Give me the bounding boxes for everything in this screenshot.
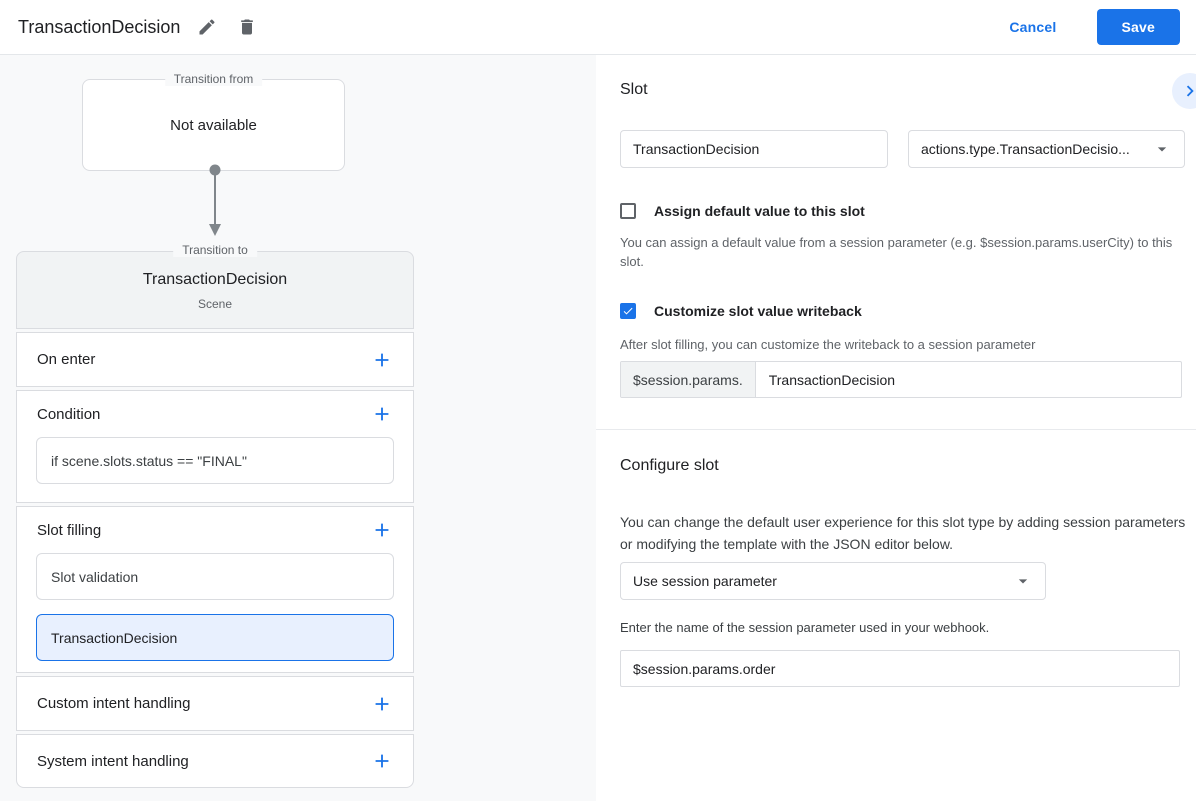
delete-scene-button[interactable] <box>232 12 262 42</box>
custom-intent-section: Custom intent handling <box>16 676 414 731</box>
transition-from-content: Not available <box>170 116 257 134</box>
transition-to-group: Transition to TransactionDecision Scene … <box>16 243 414 788</box>
chevron-right-icon <box>1186 85 1194 97</box>
system-intent-section: System intent handling <box>16 734 414 788</box>
plus-icon <box>375 407 389 421</box>
system-intent-label: System intent handling <box>37 752 189 770</box>
check-icon <box>623 307 633 315</box>
session-param-input[interactable] <box>620 650 1180 687</box>
slot-item-validation[interactable]: Slot validation <box>36 553 394 600</box>
writeback-row: Customize slot value writeback <box>620 303 862 319</box>
writeback-label: Customize slot value writeback <box>654 303 862 319</box>
slot-type-select[interactable]: actions.type.TransactionDecisio... <box>908 130 1185 168</box>
cancel-button[interactable]: Cancel <box>1003 18 1062 36</box>
on-enter-label: On enter <box>37 351 96 368</box>
writeback-checkbox[interactable] <box>620 303 636 319</box>
edit-scene-button[interactable] <box>192 12 222 42</box>
plus-icon <box>375 523 389 537</box>
transition-from-label: Transition from <box>164 72 263 86</box>
transition-to-label: Transition to <box>173 243 257 257</box>
scene-card-subtitle: Scene <box>197 297 233 311</box>
collapse-panel-button[interactable] <box>1172 73 1196 109</box>
slot-config-select[interactable]: Use session parameter <box>620 562 1046 600</box>
custom-intent-label: Custom intent handling <box>37 695 191 712</box>
slot-panel-title: Slot <box>620 81 648 98</box>
page-title: TransactionDecision <box>18 16 181 37</box>
slot-filling-header-row: Slot filling <box>17 507 413 553</box>
add-custom-intent-button[interactable] <box>371 693 393 715</box>
pencil-icon <box>199 19 215 35</box>
scene-card[interactable]: TransactionDecision Scene <box>16 251 414 329</box>
transition-from-box: Transition from Not available <box>82 72 345 171</box>
condition-header-row: Condition <box>17 391 413 437</box>
condition-section: Condition if scene.slots.status == "FINA… <box>16 390 414 503</box>
condition-item[interactable]: if scene.slots.status == "FINAL" <box>36 437 394 484</box>
slot-editor-panel: Slot actions.type.TransactionDecisio... … <box>596 55 1196 801</box>
trash-icon <box>241 19 254 35</box>
slot-type-value: actions.type.TransactionDecisio... <box>921 141 1130 157</box>
slot-item-label: Slot validation <box>51 568 139 585</box>
slot-item-label: TransactionDecision <box>51 629 178 646</box>
assign-default-helper: You can assign a default value from a se… <box>620 235 1173 269</box>
writeback-param-input[interactable] <box>755 362 1181 397</box>
dropdown-arrow-icon <box>1018 579 1028 584</box>
save-button[interactable]: Save <box>1096 9 1180 45</box>
plus-icon <box>375 697 389 710</box>
slot-name-input[interactable] <box>620 130 888 168</box>
assign-default-checkbox[interactable] <box>620 203 636 219</box>
on-enter-section: On enter <box>16 332 414 387</box>
add-condition-button[interactable] <box>371 403 393 425</box>
add-on-enter-button[interactable] <box>371 349 393 371</box>
transition-arrow <box>209 164 221 236</box>
writeback-helper: After slot filling, you can customize th… <box>620 337 1036 352</box>
add-slot-button[interactable] <box>371 519 393 541</box>
session-param-label: Enter the name of the session parameter … <box>620 620 990 635</box>
condition-label: Condition <box>37 405 101 423</box>
slot-filling-section: Slot filling Slot validation Transaction… <box>16 506 414 673</box>
writeback-field: $session.params. <box>620 361 1182 398</box>
slot-item-transaction-decision[interactable]: TransactionDecision <box>36 614 394 661</box>
add-system-intent-button[interactable] <box>371 750 393 772</box>
scene-diagram-canvas: Transition from Not available Transition… <box>0 55 596 801</box>
app-root: TransactionDecision Cancel Save Transiti… <box>0 0 1196 801</box>
writeback-prefix: $session.params. <box>621 362 756 397</box>
slot-filling-label: Slot filling <box>37 521 102 539</box>
configure-slot-description: You can change the default user experien… <box>620 514 1186 552</box>
main-area: Transition from Not available Transition… <box>0 55 1196 801</box>
topbar: TransactionDecision Cancel Save <box>0 0 1196 55</box>
assign-default-label: Assign default value to this slot <box>654 203 865 219</box>
plus-icon <box>375 353 389 366</box>
panel-divider <box>596 429 1196 430</box>
assign-default-row: Assign default value to this slot <box>620 203 865 219</box>
condition-item-label: if scene.slots.status == "FINAL" <box>51 452 247 469</box>
scene-card-title: TransactionDecision <box>142 271 288 288</box>
plus-icon <box>375 754 389 768</box>
slot-config-value: Use session parameter <box>633 573 777 589</box>
configure-slot-title: Configure slot <box>620 457 719 474</box>
dropdown-arrow-icon <box>1157 147 1167 152</box>
